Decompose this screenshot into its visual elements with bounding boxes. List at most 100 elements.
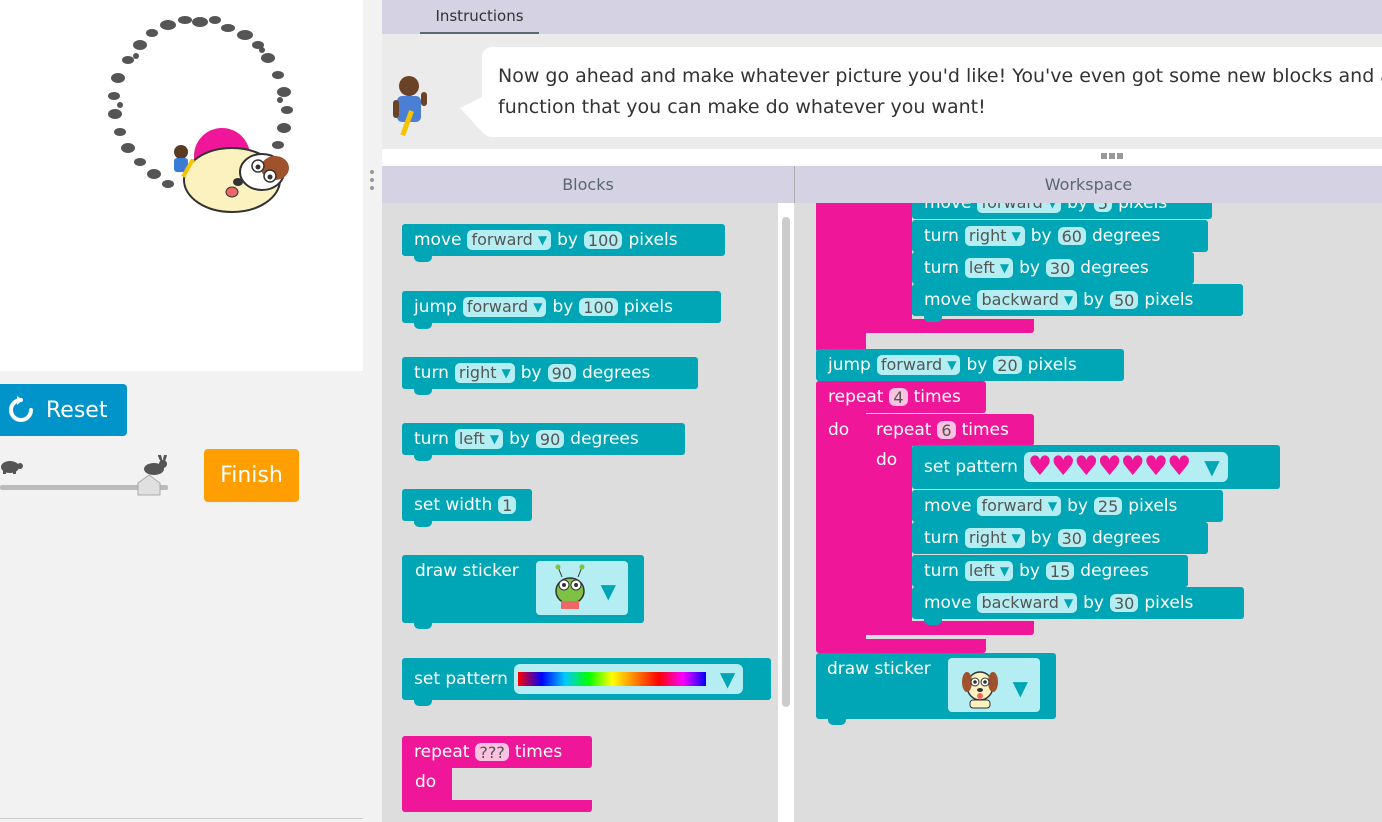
direction-dropdown[interactable]: left ▼: [964, 561, 1014, 581]
distance-input[interactable]: 25: [1093, 497, 1123, 516]
draw-sticker-block[interactable]: draw sticker ▼: [816, 653, 1056, 725]
reset-button[interactable]: Reset: [0, 384, 127, 436]
draw-sticker-block[interactable]: draw sticker ▼: [402, 555, 644, 629]
sticker-dropdown[interactable]: ▼: [948, 658, 1040, 712]
instructions-line-2: function that you can make do whatever y…: [498, 96, 986, 118]
turn-right-block[interactable]: turn right ▼ by 60 degrees: [912, 220, 1208, 252]
direction-dropdown[interactable]: right ▼: [964, 226, 1025, 246]
block-notch: [924, 316, 942, 322]
angle-input[interactable]: 30: [1045, 259, 1075, 278]
inner-repeat-header[interactable]: repeat 6 times: [864, 414, 1034, 446]
vertical-resize-handle[interactable]: [369, 168, 375, 196]
direction-dropdown[interactable]: backward ▼: [977, 593, 1078, 613]
direction-value: forward: [466, 297, 529, 316]
scrollbar-thumb[interactable]: [782, 217, 790, 707]
block-keyword: draw sticker: [827, 659, 931, 679]
direction-dropdown[interactable]: right ▼: [454, 363, 515, 383]
block-keyword: by: [1030, 528, 1052, 548]
outer-repeat-header[interactable]: repeat 4 times: [816, 381, 986, 413]
pattern-dropdown[interactable]: ▼: [513, 664, 744, 694]
jump-block[interactable]: jump forward ▼ by 100 pixels: [402, 291, 721, 329]
angle-input[interactable]: 15: [1045, 562, 1075, 581]
drawing-canvas: [0, 0, 363, 371]
author-avatar-icon: [393, 76, 427, 136]
jump-block[interactable]: jump forward ▼ by 20 pixels: [816, 349, 1124, 381]
turn-right-block[interactable]: turn right ▼ by 30 degrees: [912, 522, 1208, 554]
tab-instructions[interactable]: Instructions: [420, 0, 539, 34]
block-notch: [414, 455, 432, 461]
direction-dropdown[interactable]: forward ▼: [876, 355, 961, 375]
move-block[interactable]: move forward ▼ by 5 pixels: [912, 203, 1212, 219]
set-pattern-block[interactable]: set pattern ▼: [402, 658, 771, 706]
turn-left-block[interactable]: turn left ▼ by 90 degrees: [402, 423, 685, 461]
block-keyword: do: [828, 420, 850, 440]
repeat-count-input[interactable]: 6: [937, 421, 956, 440]
repeat-count-input[interactable]: 4: [889, 388, 908, 407]
turn-right-block[interactable]: turn right ▼ by 90 degrees: [402, 357, 698, 395]
direction-dropdown[interactable]: forward ▼: [462, 297, 547, 317]
distance-input[interactable]: 30: [1109, 594, 1139, 613]
move-block[interactable]: move forward ▼ by 100 pixels: [402, 224, 725, 262]
block-keyword: move: [414, 230, 462, 250]
resize-handle[interactable]: [1101, 153, 1127, 161]
block-keyword: draw sticker: [415, 561, 519, 581]
direction-dropdown[interactable]: forward ▼: [467, 230, 552, 250]
divider: [0, 818, 363, 819]
set-pattern-block[interactable]: set pattern ♥♥♥♥♥♥♥ ▼: [912, 445, 1280, 489]
angle-input[interactable]: 90: [547, 364, 576, 383]
block-notch: [414, 521, 432, 527]
pattern-dropdown[interactable]: ♥♥♥♥♥♥♥ ▼: [1023, 452, 1228, 482]
direction-value: right: [968, 226, 1007, 245]
move-backward-block[interactable]: move backward ▼ by 50 pixels: [912, 284, 1243, 322]
speed-slider[interactable]: [0, 455, 180, 505]
instructions-panel: Now go ahead and make whatever picture y…: [382, 34, 1382, 149]
block-keyword: pixels: [1144, 593, 1194, 613]
upper-inner-loop-bottom: [864, 319, 1034, 333]
turn-left-block[interactable]: turn left ▼ by 30 degrees: [912, 252, 1194, 284]
finish-button[interactable]: Finish: [204, 449, 299, 502]
direction-value: forward: [880, 355, 943, 374]
chevron-down-icon: ▼: [719, 667, 736, 691]
set-width-block[interactable]: set width 1: [402, 489, 532, 527]
left-panel: Reset Finish: [0, 0, 382, 822]
direction-dropdown[interactable]: forward ▼: [977, 496, 1062, 516]
direction-dropdown[interactable]: left ▼: [454, 429, 504, 449]
direction-dropdown[interactable]: forward ▼: [977, 203, 1062, 213]
block-keyword: move: [924, 203, 972, 213]
angle-input[interactable]: 30: [1057, 529, 1086, 548]
toolbox-scrollbar[interactable]: [778, 203, 794, 822]
repeat-count-input[interactable]: ???: [475, 743, 509, 762]
direction-dropdown[interactable]: right ▼: [964, 528, 1025, 548]
turn-left-block[interactable]: turn left ▼ by 15 degrees: [912, 555, 1188, 587]
rabbit-icon: [144, 455, 167, 475]
chevron-down-icon: ▼: [489, 432, 500, 446]
distance-input[interactable]: 5: [1093, 203, 1113, 213]
move-backward-block[interactable]: move backward ▼ by 30 pixels: [912, 587, 1244, 625]
sticker-dropdown[interactable]: ▼: [536, 561, 628, 615]
alien-sticker-icon: [555, 564, 585, 609]
chevron-down-icon: ▼: [999, 261, 1010, 275]
upper-inner-loop-side: [866, 203, 912, 321]
distance-input[interactable]: 20: [993, 356, 1022, 375]
slider-thumb[interactable]: [137, 474, 161, 496]
width-input[interactable]: 1: [498, 496, 517, 515]
direction-value: backward: [981, 593, 1059, 612]
distance-input[interactable]: 50: [1109, 291, 1139, 310]
direction-dropdown[interactable]: left ▼: [964, 258, 1014, 278]
block-keyword: set pattern: [414, 669, 508, 689]
angle-input[interactable]: 90: [535, 430, 565, 449]
repeat-block-header[interactable]: repeat ??? times: [402, 736, 592, 768]
block-keyword: pixels: [1144, 290, 1194, 310]
instructions-text: Now go ahead and make whatever picture y…: [482, 47, 1382, 137]
direction-value: forward: [471, 230, 533, 249]
distance-input[interactable]: 100: [579, 298, 618, 317]
blocks-toolbox: move forward ▼ by 100 pixels jump forward…: [382, 203, 778, 822]
block-keyword: turn: [414, 429, 449, 449]
move-block[interactable]: move forward ▼ by 25 pixels: [912, 490, 1223, 522]
direction-dropdown[interactable]: backward ▼: [977, 290, 1078, 310]
direction-value: right: [458, 363, 497, 382]
block-keyword: by: [1019, 258, 1040, 278]
angle-input[interactable]: 60: [1057, 227, 1086, 246]
block-notch: [414, 323, 432, 329]
distance-input[interactable]: 100: [583, 231, 623, 250]
